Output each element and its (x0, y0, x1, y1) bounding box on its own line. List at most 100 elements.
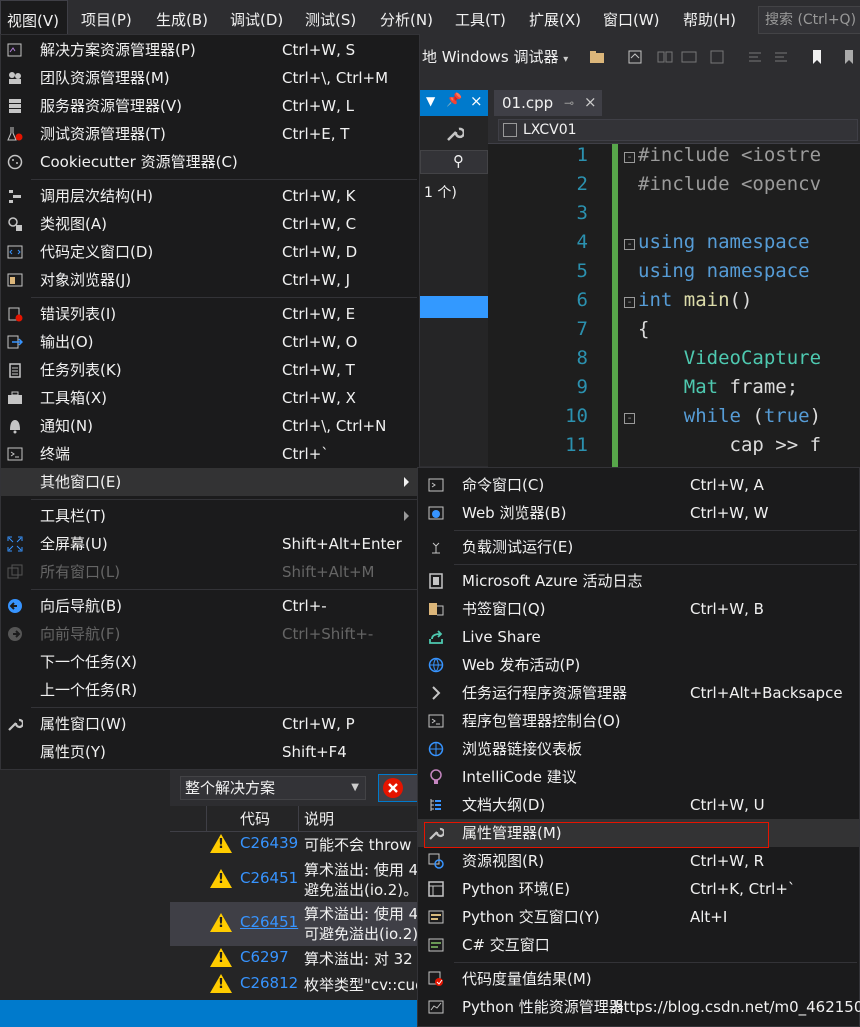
menu-item-cookiecutter[interactable]: Cookiecutter 资源管理器(C) (1, 148, 419, 176)
menu-item-live-share[interactable]: Live Share (418, 623, 859, 651)
menu-item-code-definition[interactable]: 代码定义窗口(D) Ctrl+W, D (1, 238, 419, 266)
menu-item-property-pages[interactable]: 属性页(Y) Shift+F4 (1, 738, 419, 766)
search-input[interactable]: 搜索 (Ctrl+Q) (758, 6, 860, 34)
menu-item-solution-explorer[interactable]: 解决方案资源管理器(P) Ctrl+W, S (1, 36, 419, 64)
menu-item-label: Web 浏览器(B) (462, 504, 567, 522)
menu-item-navigate-back[interactable]: 向后导航(B) Ctrl+- (1, 592, 419, 620)
home-icon[interactable] (626, 48, 644, 66)
menu-item-class-view[interactable]: 类视图(A) Ctrl+W, C (1, 210, 419, 238)
dropdown-arrow-icon[interactable]: ▼ (426, 94, 435, 108)
menu-item-resource-view[interactable]: 资源视图(R) Ctrl+W, R (418, 847, 859, 875)
menu-item-call-hierarchy[interactable]: 调用层次结构(H) Ctrl+W, K (1, 182, 419, 210)
code-line: #include <iostre (638, 144, 822, 166)
menu-item-error-list[interactable]: 错误列表(I) Ctrl+W, E (1, 300, 419, 328)
tab-01-cpp[interactable]: 01.cpp ⊸ × (494, 90, 602, 116)
folder-icon[interactable] (588, 48, 606, 66)
warning-code[interactable]: C26451 (240, 869, 298, 887)
menu-item-next-task[interactable]: 下一个任务(X) (1, 648, 419, 676)
warning-code[interactable]: C26439 (240, 834, 298, 852)
menu-item-web-browser[interactable]: Web 浏览器(B) Ctrl+W, W (418, 499, 859, 527)
warning-code[interactable]: C26812 (240, 974, 298, 992)
menu-item-browser-link-dashboard[interactable]: 浏览器链接仪表板 (418, 735, 859, 763)
menu-item-shortcut: Ctrl+W, A (690, 476, 764, 494)
fold-toggle-icon[interactable]: - (624, 297, 635, 308)
menu-item-python-interactive[interactable]: Python 交互窗口(Y) Alt+I (418, 903, 859, 931)
menu-item-python-environments[interactable]: Python 环境(E) Ctrl+K, Ctrl+` (418, 875, 859, 903)
menu-item-shortcut: Ctrl+E, T (282, 125, 350, 143)
column-header-description[interactable]: 说明 (304, 808, 334, 829)
fold-toggle-icon[interactable]: - (624, 152, 635, 163)
menu-item-web-publish-activity[interactable]: Web 发布活动(P) (418, 651, 859, 679)
error-scope-dropdown[interactable]: 整个解决方案 ▼ (180, 776, 366, 800)
menu-window[interactable]: 窗口(W) (603, 0, 660, 40)
menu-item-object-browser[interactable]: 对象浏览器(J) Ctrl+W, J (1, 266, 419, 294)
layout-icon[interactable] (656, 48, 674, 66)
resource-view-icon (428, 853, 444, 869)
menu-item-other-windows[interactable]: 其他窗口(E) (1, 468, 419, 496)
menu-item-load-test-run[interactable]: 负载测试运行(E) (418, 533, 859, 561)
menu-item-test-explorer[interactable]: 测试资源管理器(T) Ctrl+E, T (1, 120, 419, 148)
layout-icon[interactable] (680, 48, 698, 66)
all-windows-icon (7, 564, 23, 579)
menu-item-output[interactable]: 输出(O) Ctrl+W, O (1, 328, 419, 356)
menu-item-document-outline[interactable]: 文档大纲(D) Ctrl+W, U (418, 791, 859, 819)
comment-icon[interactable] (746, 48, 764, 66)
menu-item-label: 向后导航(B) (40, 597, 122, 615)
fold-toggle-icon[interactable]: - (624, 413, 635, 424)
menu-item-command-window[interactable]: 命令窗口(C) Ctrl+W, A (418, 471, 859, 499)
pin-icon[interactable]: ⊸ (564, 90, 574, 116)
menu-item-terminal[interactable]: 终端 Ctrl+` (1, 440, 419, 468)
table-row[interactable]: ! C26812 枚举类型"cv::cud (170, 972, 425, 998)
menu-item-toolbox[interactable]: 工具箱(X) Ctrl+W, X (1, 384, 419, 412)
code-editor[interactable]: 1 2 3 4 5 6 7 8 9 10 11 - - - - #include… (488, 144, 860, 474)
menu-item-previous-task[interactable]: 上一个任务(R) (1, 676, 419, 704)
line-number: 4 (576, 231, 588, 253)
menu-item-azure-activity-log[interactable]: Microsoft Azure 活动日志 (418, 567, 859, 595)
line-number: 3 (576, 202, 588, 224)
menu-item-label: 所有窗口(L) (40, 563, 121, 581)
menu-item-task-runner-explorer[interactable]: 任务运行程序资源管理器 Ctrl+Alt+Backsapce (418, 679, 859, 707)
table-row-selected[interactable]: ! C26451 算术溢出: 使用 4 可避免溢出(io.2) (170, 902, 420, 946)
wrench-icon[interactable] (444, 124, 464, 144)
column-header-code[interactable]: 代码 (240, 808, 270, 829)
menu-item-label: 工具箱(X) (40, 389, 107, 407)
warning-code[interactable]: C26451 (240, 913, 298, 931)
menu-item-csharp-interactive[interactable]: C# 交互窗口 (418, 931, 859, 959)
menu-item-notifications[interactable]: 通知(N) Ctrl+\, Ctrl+N (1, 412, 419, 440)
menu-item-properties-window[interactable]: 属性窗口(W) Ctrl+W, P (1, 710, 419, 738)
left-panel (0, 770, 170, 1000)
menu-item-team-explorer[interactable]: 团队资源管理器(M) Ctrl+\, Ctrl+M (1, 64, 419, 92)
pin-icon[interactable]: 📌 (446, 93, 462, 108)
menu-item-full-screen[interactable]: 全屏幕(U) Shift+Alt+Enter (1, 530, 419, 558)
menu-item-bookmark-window[interactable]: 书签窗口(Q) Ctrl+W, B (418, 595, 859, 623)
uncomment-icon[interactable] (772, 48, 790, 66)
bookmark-prev-icon[interactable] (840, 48, 858, 66)
menu-item-label: C# 交互窗口 (462, 936, 550, 954)
fold-toggle-icon[interactable]: - (624, 239, 635, 250)
menu-item-intellicode-suggestions[interactable]: IntelliCode 建议 (418, 763, 859, 791)
menu-item-package-manager-console[interactable]: 程序包管理器控制台(O) (418, 707, 859, 735)
menu-item-code-metrics-results[interactable]: 代码度量值结果(M) (418, 965, 859, 993)
menu-extensions[interactable]: 扩展(X) (529, 0, 581, 40)
solution-selected-row[interactable] (420, 296, 488, 318)
table-row[interactable]: ! C26439 可能不会 throw (170, 832, 420, 858)
menu-item-toolbars[interactable]: 工具栏(T) (1, 502, 419, 530)
close-icon[interactable]: × (470, 92, 483, 110)
table-row[interactable]: ! C6297 算术溢出: 对 32 位 (170, 946, 432, 972)
project-scope-dropdown[interactable]: LXCV01 (498, 119, 858, 141)
close-icon[interactable]: × (584, 89, 597, 115)
load-test-icon (432, 542, 440, 554)
warning-code[interactable]: C6297 (240, 948, 289, 966)
bell-icon (10, 420, 20, 434)
errors-filter-button[interactable] (378, 774, 420, 802)
menu-item-task-list[interactable]: 任务列表(K) Ctrl+W, T (1, 356, 419, 384)
debugger-target-dropdown[interactable]: 地 Windows 调试器 ▾ (422, 40, 568, 77)
layout-icon[interactable] (708, 48, 726, 66)
menu-help[interactable]: 帮助(H) (683, 0, 736, 40)
menu-item-server-explorer[interactable]: 服务器资源管理器(V) Ctrl+W, L (1, 92, 419, 120)
bookmark-icon[interactable] (808, 48, 826, 66)
search-solution-input[interactable]: ⚲ (420, 150, 488, 174)
warning-description: 可能不会 throw (304, 836, 412, 854)
table-row[interactable]: ! C26451 算术溢出: 使用 4 避免溢出(io.2)。 (170, 858, 420, 902)
menu-tools[interactable]: 工具(T) (455, 0, 506, 40)
